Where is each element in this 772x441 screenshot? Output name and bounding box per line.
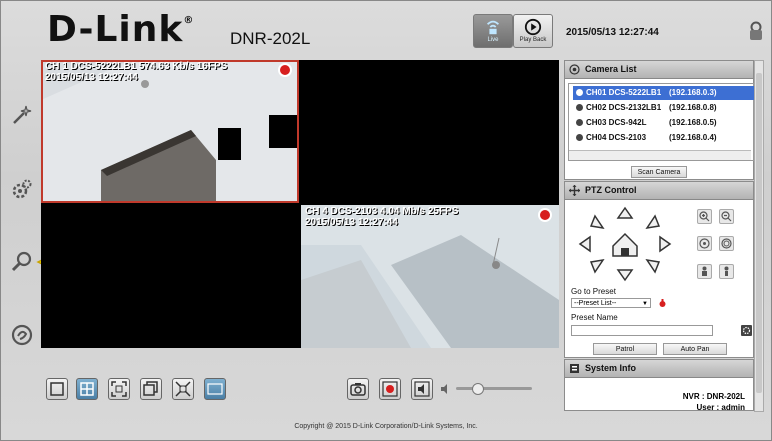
ptz-control-header[interactable]: PTZ Control	[565, 182, 753, 200]
camera-overlay: CH 4 DCS-2103 4.04 Mb/s 25FPS 2015/05/13…	[305, 206, 459, 228]
iris-open-button[interactable]	[697, 264, 712, 279]
search-icon[interactable]	[11, 251, 33, 273]
layout-2x2-icon	[80, 382, 94, 396]
ptz-down-icon	[616, 269, 634, 282]
auto-pan-button[interactable]: Auto Pan	[663, 343, 727, 355]
ptz-up-left-icon	[589, 214, 605, 230]
full-screen-icon	[111, 381, 127, 397]
camera-icon	[576, 119, 583, 127]
goto-preset-label: Go to Preset	[571, 287, 616, 296]
preset-name-label: Preset Name	[571, 313, 618, 322]
scrollbar-thumb[interactable]	[756, 73, 762, 393]
playback-mode-button[interactable]: Play Back	[513, 14, 553, 48]
preset-list-select[interactable]: --Preset List-- ▼	[571, 298, 651, 308]
snapshot-button[interactable]	[347, 378, 369, 400]
settings-icon[interactable]	[11, 178, 33, 200]
info-icon	[570, 364, 579, 373]
focus-far-button[interactable]	[719, 236, 734, 251]
camera-list-item[interactable]: CH04 DCS-2103 (192.168.0.4)	[573, 131, 755, 145]
zoom-in-button[interactable]	[697, 209, 712, 224]
play-icon	[524, 18, 542, 36]
camera-list-item[interactable]: CH03 DCS-942L (192.168.0.5)	[573, 116, 755, 130]
system-info-panel: System Info NVR : DNR-202L User : admin	[564, 359, 754, 412]
scan-camera-button[interactable]: Scan Camera	[631, 166, 687, 178]
person-icon	[702, 266, 707, 276]
gear-icon[interactable]	[741, 325, 752, 336]
full-screen-button[interactable]	[108, 378, 130, 400]
preset-name-input[interactable]	[571, 325, 713, 336]
fit-screen-button[interactable]	[172, 378, 194, 400]
live-icon	[486, 20, 500, 35]
copyright-text: Copyright @ 2015 D-Link Corporation/D-Li…	[294, 423, 478, 430]
record-indicator-icon	[278, 63, 292, 77]
help-icon[interactable]	[11, 324, 33, 346]
ptz-down-left-icon	[589, 258, 605, 274]
camera-list-header[interactable]: Camera List	[565, 61, 753, 79]
ptz-up-right-icon	[645, 214, 661, 230]
record-icon	[382, 381, 398, 397]
system-info-details: NVR : DNR-202L User : admin	[682, 392, 745, 412]
audio-button[interactable]	[411, 378, 433, 400]
volume-slider[interactable]	[456, 383, 532, 395]
sequence-icon	[143, 381, 158, 396]
system-info-header[interactable]: System Info	[565, 360, 753, 378]
zoom-out-button[interactable]	[719, 209, 734, 224]
focus-far-icon	[721, 238, 732, 249]
chevron-down-icon: ▼	[642, 301, 648, 307]
camera-list-panel: Camera List CH01 DCS-5222LB1 (192.168.0.3…	[564, 60, 755, 180]
snapshot-icon	[350, 383, 366, 396]
osd-icon	[207, 383, 223, 395]
ptz-left-icon	[578, 235, 591, 253]
sequence-button[interactable]	[140, 378, 162, 400]
user-lock-icon[interactable]	[749, 21, 763, 41]
camera-overlay: CH 1 DCS-5222LB1 574.63 Kb/s 16FPS 2015/…	[45, 61, 228, 83]
focus-near-icon	[699, 238, 710, 249]
camera-list-box: CH01 DCS-5222LB1 (192.168.0.3) CH02 DCS-2…	[568, 83, 755, 161]
iris-close-button[interactable]	[719, 264, 734, 279]
camera-view-ch3[interactable]	[41, 205, 299, 348]
fit-screen-icon	[175, 381, 191, 397]
ptz-control-panel: PTZ Control Go to Preset --Preset List--…	[564, 181, 754, 358]
person-icon	[724, 266, 729, 276]
patrol-button[interactable]: Patrol	[593, 343, 657, 355]
ptz-direction-pad[interactable]	[575, 206, 675, 282]
nvr-app-window: D-Link® DNR-202L Live Play Back 2015/05/…	[0, 0, 772, 441]
camera-view-ch1[interactable]: CH 1 DCS-5222LB1 574.63 Kb/s 16FPS 2015/…	[41, 60, 299, 203]
osd-button[interactable]	[204, 378, 226, 400]
current-datetime: 2015/05/13 12:27:44	[566, 27, 659, 38]
ptz-move-icon	[569, 185, 580, 196]
ptz-up-icon	[616, 206, 634, 219]
camera-icon	[576, 89, 583, 97]
live-mode-button[interactable]: Live	[473, 14, 513, 48]
focus-near-button[interactable]	[697, 236, 712, 251]
ptz-right-icon	[659, 235, 672, 253]
camera-list-hscrollbar[interactable]	[569, 150, 751, 160]
zoom-out-icon	[721, 211, 732, 222]
dlink-logo: D-Link®	[47, 9, 195, 50]
manual-record-button[interactable]	[379, 378, 401, 400]
layout-1x1-icon	[50, 382, 64, 396]
camera-list-icon	[569, 64, 580, 75]
layout-1x1-button[interactable]	[46, 378, 68, 400]
video-grid: CH 1 DCS-5222LB1 574.63 Kb/s 16FPS 2015/…	[41, 60, 559, 348]
volume-slider-handle[interactable]	[472, 383, 484, 395]
layout-2x2-button[interactable]	[76, 378, 98, 400]
right-panel-scrollbar[interactable]	[754, 60, 764, 412]
zoom-in-icon	[699, 211, 710, 222]
camera-list-item[interactable]: CH01 DCS-5222LB1 (192.168.0.3)	[573, 86, 755, 100]
camera-view-ch2[interactable]	[301, 60, 559, 203]
wizard-icon[interactable]	[11, 104, 33, 126]
audio-icon	[414, 381, 430, 397]
ptz-down-right-icon	[645, 258, 661, 274]
volume-icon	[441, 384, 447, 394]
camera-icon	[576, 104, 583, 112]
camera-icon	[576, 134, 583, 142]
camera-list-item[interactable]: CH02 DCS-2132LB1 (192.168.0.8)	[573, 101, 755, 115]
model-name: DNR-202L	[230, 29, 311, 48]
go-preset-icon[interactable]	[658, 299, 667, 308]
camera-view-ch4[interactable]: CH 4 DCS-2103 4.04 Mb/s 25FPS 2015/05/13…	[301, 205, 559, 348]
record-indicator-icon	[538, 208, 552, 222]
